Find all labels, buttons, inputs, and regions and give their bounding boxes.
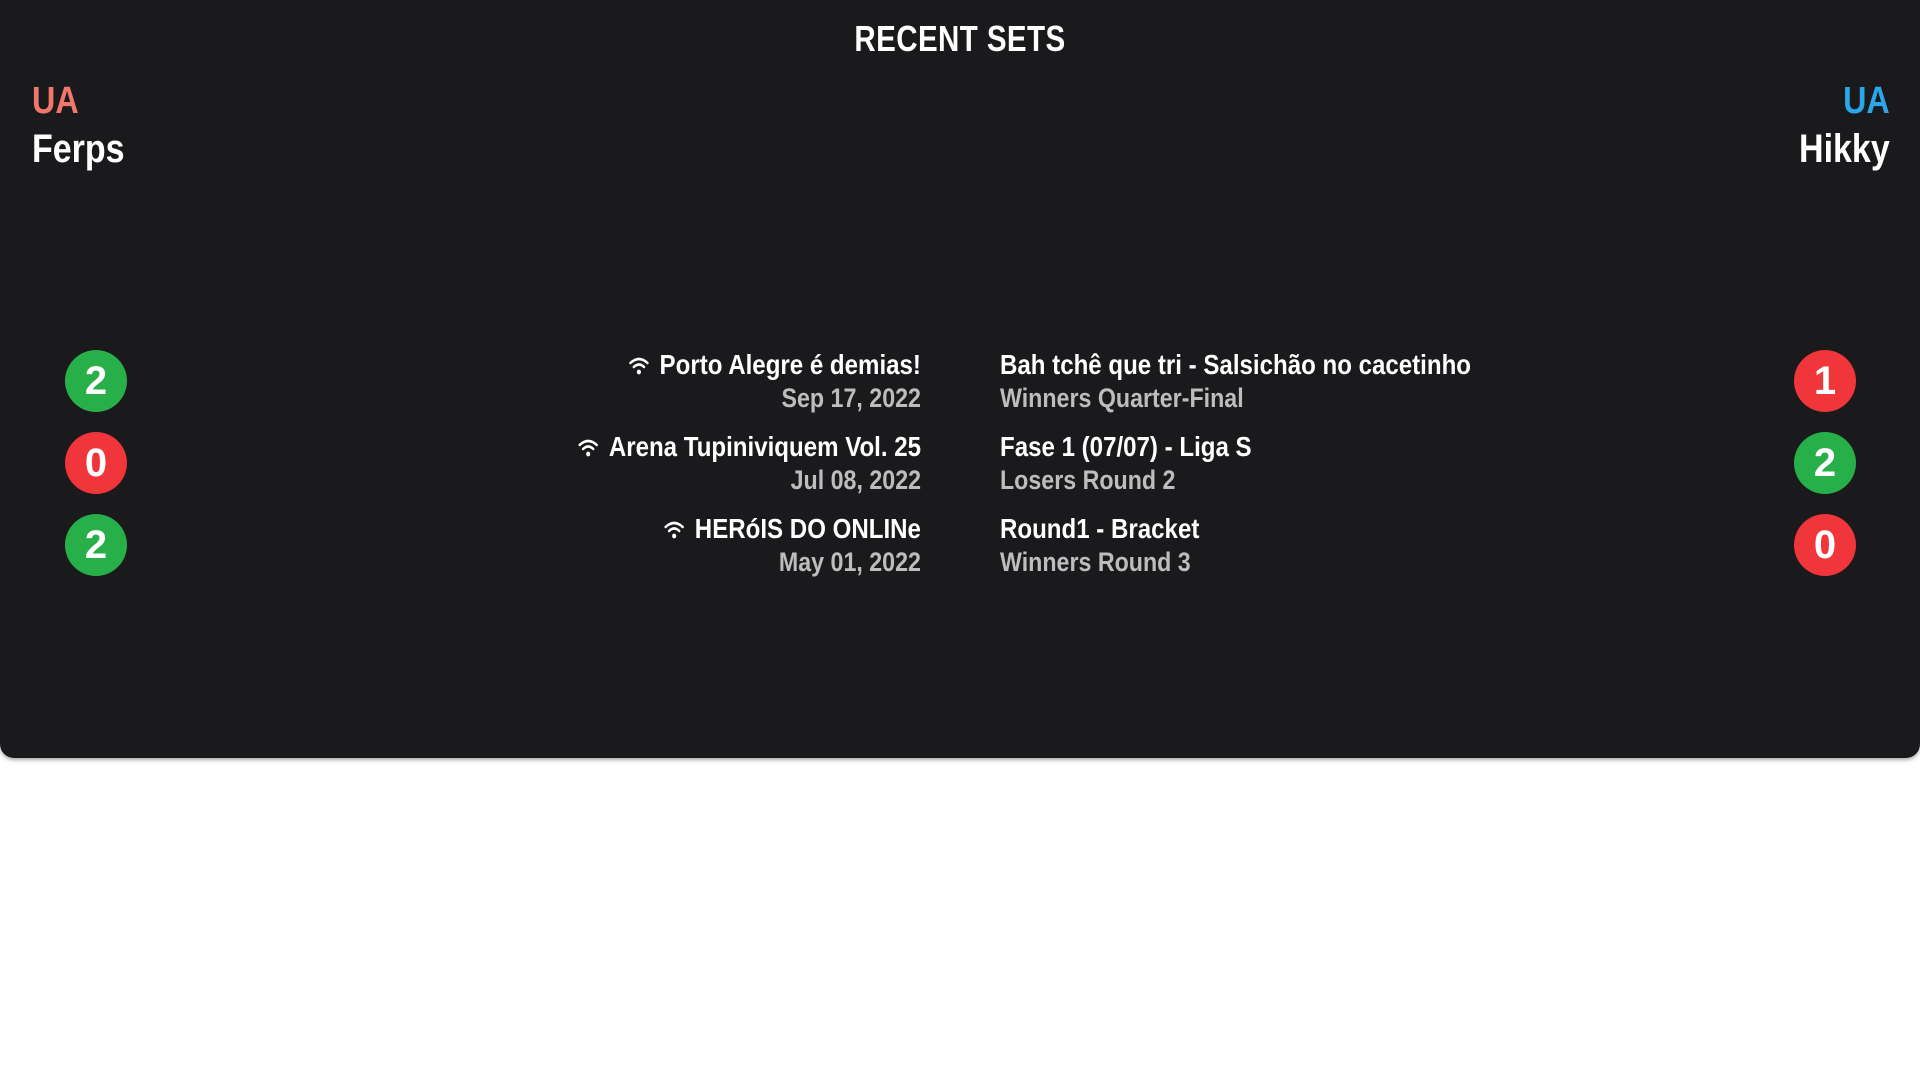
tournament-name: HERóIS DO ONLINe <box>694 513 921 544</box>
set-date: May 01, 2022 <box>778 547 921 577</box>
recent-sets-panel: RECENT SETS UA Ferps UA Hikky 2 Porto Al… <box>0 0 1920 758</box>
player-left-score: 2 <box>65 514 127 576</box>
panel-title: RECENT SETS <box>854 18 1066 59</box>
sets-list: 2 Porto Alegre é demias! Sep 17, 2022 Ba… <box>0 348 1920 594</box>
event-name: Round1 - Bracket <box>1000 513 1200 544</box>
round-name: Winners Round 3 <box>1000 547 1191 577</box>
event-name: Bah tchê que tri - Salsichão no cacetinh… <box>1000 349 1471 380</box>
player-right-score: 2 <box>1794 432 1856 494</box>
tournament-info: HERóIS DO ONLINe May 01, 2022 <box>622 512 921 578</box>
tournament-info: Arena Tupiniviquem Vol. 25 Jul 08, 2022 <box>522 430 921 496</box>
tournament-name: Arena Tupiniviquem Vol. 25 <box>608 431 921 462</box>
round-name: Winners Quarter-Final <box>1000 383 1244 413</box>
set-date: Sep 17, 2022 <box>781 383 921 413</box>
event-info: Bah tchê que tri - Salsichão no cacetinh… <box>1000 348 1548 414</box>
wifi-icon <box>578 439 598 457</box>
tournament-name: Porto Alegre é demias! <box>659 349 921 380</box>
tournament-info: Porto Alegre é demias! Sep 17, 2022 <box>581 348 921 414</box>
player-right-name: Hikky <box>1799 127 1890 171</box>
wifi-icon <box>629 357 649 375</box>
player-right: UA Hikky <box>1783 78 1890 174</box>
event-name: Fase 1 (07/07) - Liga S <box>1000 431 1252 462</box>
player-right-score: 0 <box>1794 514 1856 576</box>
player-left-score: 2 <box>65 350 127 412</box>
event-info: Fase 1 (07/07) - Liga S Losers Round 2 <box>1000 430 1293 496</box>
set-row: 0 Arena Tupiniviquem Vol. 25 Jul 08, 202… <box>0 430 1920 512</box>
set-row: 2 Porto Alegre é demias! Sep 17, 2022 Ba… <box>0 348 1920 430</box>
player-right-country: UA <box>1843 80 1890 122</box>
set-row: 2 HERóIS DO ONLINe May 01, 2022 Round1 -… <box>0 512 1920 594</box>
event-info: Round1 - Bracket Winners Round 3 <box>1000 512 1232 578</box>
round-name: Losers Round 2 <box>1000 465 1176 495</box>
player-left-score: 0 <box>65 432 127 494</box>
player-left-country: UA <box>32 80 79 122</box>
player-left: UA Ferps <box>32 78 141 174</box>
player-left-name: Ferps <box>32 127 125 171</box>
wifi-icon <box>664 521 684 539</box>
set-date: Jul 08, 2022 <box>790 465 921 495</box>
player-right-score: 1 <box>1794 350 1856 412</box>
